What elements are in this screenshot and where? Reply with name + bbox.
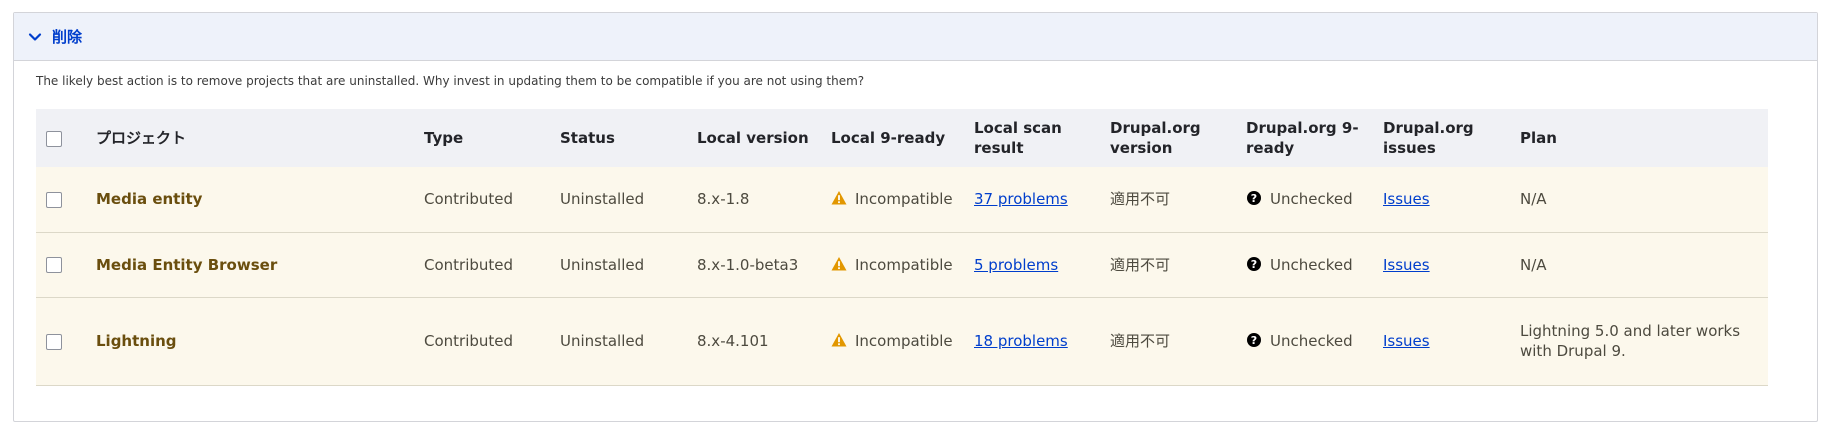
local-ready-cell: Incompatible [821,297,964,385]
org-ready-status: Unchecked [1270,190,1353,209]
scan-result-link[interactable]: 5 problems [974,256,1058,274]
svg-text:?: ? [1251,334,1257,347]
local-version: 8.x-4.101 [697,332,769,350]
header-org-issues: Drupal.org issues [1383,119,1474,157]
row-checkbox[interactable] [46,257,62,273]
section-title: 削除 [52,28,83,46]
plan-text: N/A [1520,255,1547,274]
scan-result-link[interactable]: 18 problems [974,332,1068,350]
local-ready-cell: Incompatible [821,167,964,232]
question-circle-icon: ? [1247,256,1261,271]
row-checkbox[interactable] [46,333,62,350]
header-project: プロジェクト [96,129,187,147]
header-status: Status [560,129,615,147]
issues-link[interactable]: Issues [1383,256,1430,274]
org-version: 適用不可 [1110,332,1171,350]
question-circle-icon: ? [1247,333,1261,347]
issues-link[interactable]: Issues [1383,332,1430,350]
header-plan: Plan [1520,129,1557,147]
project-status: Uninstalled [560,332,645,350]
row-checkbox[interactable] [46,191,62,208]
project-type: Contributed [424,332,514,350]
scan-result-link[interactable]: 37 problems [974,190,1068,208]
header-org-version: Drupal.org version [1110,119,1201,157]
issues-link[interactable]: Issues [1383,190,1430,208]
svg-text:?: ? [1251,258,1257,271]
local-ready-status: Incompatible [855,332,953,350]
project-name: Media entity [96,190,203,209]
local-ready-status: Incompatible [855,255,953,274]
header-local-version: Local version [697,129,809,147]
header-local-ready: Local 9-ready [831,129,946,147]
question-circle-icon: ? [1247,191,1261,206]
warning-icon [831,333,847,347]
projects-table: プロジェクト Type Status Local version Local 9… [36,109,1768,386]
select-all-checkbox[interactable] [46,130,62,147]
header-org-ready: Drupal.org 9-ready [1246,119,1359,157]
svg-text:?: ? [1251,192,1257,205]
org-version: 適用不可 [1110,255,1171,274]
local-version: 8.x-1.0-beta3 [697,255,799,274]
org-ready-status: Unchecked [1270,255,1353,274]
org-ready-cell: ? Unchecked [1236,232,1373,297]
project-type: Contributed [424,255,514,274]
project-name: Lightning [96,332,177,350]
warning-icon [831,256,847,270]
project-type: Contributed [424,190,514,209]
plan-text: Lightning 5.0 and later works with Drupa… [1520,322,1741,360]
local-version: 8.x-1.8 [697,190,750,209]
org-ready-cell: ? Unchecked [1236,167,1373,232]
local-ready-status: Incompatible [855,190,953,209]
org-ready-cell: ? Unchecked [1236,297,1373,385]
section-toggle[interactable]: 削除 [14,13,1817,61]
table-row: Lightning Contributed Uninstalled 8.x-4.… [36,297,1768,385]
select-cell [36,167,86,232]
section-description: The likely best action is to remove proj… [36,74,865,88]
org-ready-status: Unchecked [1270,332,1353,350]
plan-text: N/A [1520,190,1547,209]
select-all-cell [36,109,86,167]
header-scan-result: Local scan result [974,119,1062,157]
project-status: Uninstalled [560,255,645,274]
project-name: Media Entity Browser [96,255,278,274]
select-cell [36,232,86,297]
table-row: Media entity Contributed Uninstalled 8.x… [36,167,1768,232]
local-ready-cell: Incompatible [821,232,964,297]
project-status: Uninstalled [560,190,645,209]
header-type: Type [424,129,464,147]
table-header-row: プロジェクト Type Status Local version Local 9… [36,109,1768,167]
warning-icon [831,191,847,205]
select-cell [36,297,86,385]
table-row: Media Entity Browser Contributed Uninsta… [36,232,1768,297]
org-version: 適用不可 [1110,190,1171,209]
chevron-down-icon [28,32,42,41]
